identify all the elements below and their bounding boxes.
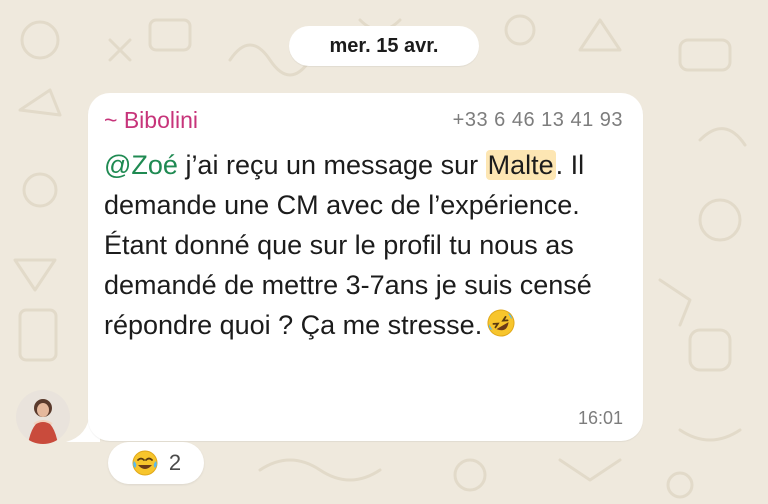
date-separator: mer. 15 avr. [289, 26, 479, 66]
sender-name[interactable]: ~ Bibolini [104, 107, 198, 134]
message-text-part1: j’ai reçu un message sur [177, 150, 486, 180]
message-text: @Zoé j’ai reçu un message sur Malte. Il … [104, 145, 629, 345]
message-time: 16:01 [577, 408, 623, 428]
highlighted-word: Malte [485, 150, 556, 180]
reaction-pill[interactable]: 2 [108, 442, 204, 484]
avatar-image [16, 390, 70, 444]
mention-link[interactable]: @Zoé [104, 150, 178, 180]
rolling-on-floor-laughing-emoji-icon [487, 309, 515, 337]
reaction-count: 2 [168, 450, 182, 475]
sender-phone: +33 6 46 13 41 93 [452, 109, 623, 131]
sender-avatar[interactable] [16, 390, 70, 444]
message-bubble[interactable]: ~ Bibolini +33 6 46 13 41 93 @Zoé j’ai r… [88, 93, 643, 441]
joy-emoji-icon [132, 450, 158, 476]
